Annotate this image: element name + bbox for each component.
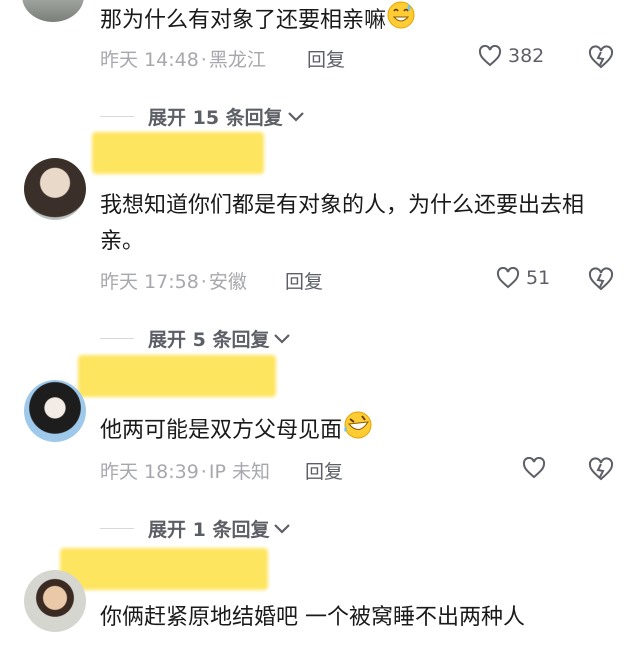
reply-button[interactable]: 回复 bbox=[285, 267, 323, 294]
comment-text: 他两可能是双方父母见面 bbox=[100, 410, 600, 452]
comment-meta: 昨天 18:39 · IP 未知 bbox=[100, 457, 270, 484]
divider-line bbox=[100, 528, 134, 529]
reply-button[interactable]: 回复 bbox=[307, 45, 345, 72]
expand-replies-button[interactable]: 展开 5 条回复 bbox=[100, 325, 291, 352]
divider-line bbox=[100, 116, 134, 117]
expand-replies-button[interactable]: 展开 1 条回复 bbox=[100, 515, 291, 542]
meta-separator: · bbox=[200, 271, 207, 293]
heart-outline-icon bbox=[522, 457, 546, 479]
comment-location: 黑龙江 bbox=[208, 49, 266, 71]
meta-separator: · bbox=[200, 49, 207, 71]
dislike-button[interactable] bbox=[588, 267, 614, 293]
like-count: 382 bbox=[508, 45, 545, 67]
expand-replies-label: 展开 1 条回复 bbox=[148, 519, 270, 541]
like-button[interactable]: 382 bbox=[478, 45, 544, 67]
grinning-sweat-emoji-icon bbox=[386, 0, 416, 42]
comment-text-content: 那为什么有对象了还要相亲嘛 bbox=[100, 8, 387, 33]
meta-separator: · bbox=[200, 461, 207, 483]
avatar[interactable] bbox=[24, 570, 86, 632]
like-button[interactable]: 51 bbox=[496, 267, 550, 289]
comment-time: 昨天 17:58 bbox=[100, 271, 199, 293]
reply-button[interactable]: 回复 bbox=[305, 457, 343, 484]
expand-replies-label: 展开 15 条回复 bbox=[148, 107, 283, 129]
comment-meta: 昨天 14:48 · 黑龙江 bbox=[100, 45, 266, 72]
like-button[interactable] bbox=[522, 457, 552, 479]
comment-text: 你俩赶紧原地结婚吧 一个被窝睡不出两种人 bbox=[100, 605, 525, 630]
dislike-button[interactable] bbox=[588, 457, 614, 483]
like-count: 51 bbox=[526, 267, 551, 289]
avatar[interactable] bbox=[24, 380, 86, 442]
comment-location: IP 未知 bbox=[208, 461, 270, 483]
broken-heart-icon bbox=[588, 267, 614, 291]
comment-meta: 昨天 17:58 · 安徽 bbox=[100, 267, 247, 294]
chevron-down-icon bbox=[274, 333, 291, 344]
comment-text-content: 他两可能是双方父母见面 bbox=[100, 418, 343, 443]
expand-replies-button[interactable]: 展开 15 条回复 bbox=[100, 103, 305, 130]
username-redaction bbox=[92, 132, 264, 174]
broken-heart-icon bbox=[588, 45, 614, 69]
avatar[interactable] bbox=[24, 158, 86, 220]
comment-time: 昨天 18:39 bbox=[100, 461, 199, 483]
comment-time: 昨天 14:48 bbox=[100, 49, 199, 71]
username-redaction bbox=[60, 548, 268, 590]
dislike-button[interactable] bbox=[588, 45, 614, 71]
comment-text: 那为什么有对象了还要相亲嘛 bbox=[100, 0, 600, 42]
chevron-down-icon bbox=[274, 523, 291, 534]
expand-replies-label: 展开 5 条回复 bbox=[148, 329, 270, 351]
chevron-down-icon bbox=[287, 111, 304, 122]
heart-outline-icon bbox=[496, 267, 520, 289]
rolling-laughing-emoji-icon bbox=[342, 410, 374, 452]
avatar[interactable] bbox=[22, 0, 84, 22]
divider-line bbox=[100, 338, 134, 339]
broken-heart-icon bbox=[588, 457, 614, 481]
comment-location: 安徽 bbox=[208, 271, 247, 293]
username-redaction bbox=[78, 355, 276, 397]
heart-outline-icon bbox=[478, 45, 502, 67]
comment-text: 我想知道你们都是有对象的人，为什么还要出去相亲。 bbox=[100, 193, 585, 254]
